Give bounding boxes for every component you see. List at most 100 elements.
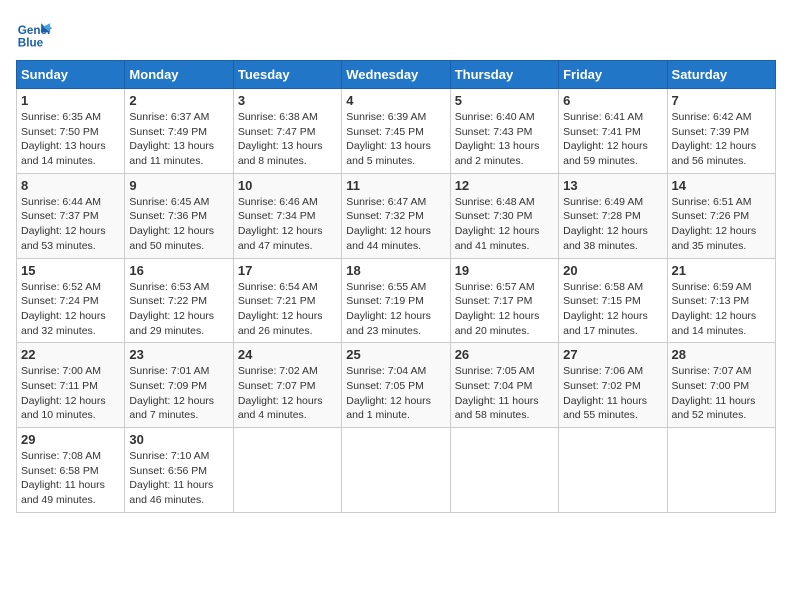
day-info-line: Sunset: 7:07 PM (238, 379, 337, 394)
day-info-line: Sunrise: 6:40 AM (455, 110, 554, 125)
day-info-line: Sunset: 7:43 PM (455, 125, 554, 140)
day-info-line: Daylight: 11 hours and 58 minutes. (455, 394, 554, 423)
day-info-line: Daylight: 12 hours and 17 minutes. (563, 309, 662, 338)
day-info-line: Daylight: 12 hours and 47 minutes. (238, 224, 337, 253)
day-info-line: Daylight: 12 hours and 4 minutes. (238, 394, 337, 423)
day-info-line: Sunset: 6:58 PM (21, 464, 120, 479)
day-cell-16: 16Sunrise: 6:53 AMSunset: 7:22 PMDayligh… (125, 258, 233, 343)
day-info-line: Sunset: 7:34 PM (238, 209, 337, 224)
day-info-line: Daylight: 12 hours and 1 minute. (346, 394, 445, 423)
day-cell-27: 27Sunrise: 7:06 AMSunset: 7:02 PMDayligh… (559, 343, 667, 428)
day-info-line: Sunrise: 6:41 AM (563, 110, 662, 125)
day-info-line: Daylight: 13 hours and 14 minutes. (21, 139, 120, 168)
col-header-monday: Monday (125, 61, 233, 89)
day-number: 15 (21, 263, 120, 278)
day-cell-14: 14Sunrise: 6:51 AMSunset: 7:26 PMDayligh… (667, 173, 775, 258)
day-cell-13: 13Sunrise: 6:49 AMSunset: 7:28 PMDayligh… (559, 173, 667, 258)
day-info-line: Daylight: 11 hours and 46 minutes. (129, 478, 228, 507)
day-info-line: Sunset: 7:02 PM (563, 379, 662, 394)
day-number: 22 (21, 347, 120, 362)
svg-text:Blue: Blue (18, 37, 44, 50)
day-info-line: Daylight: 12 hours and 35 minutes. (672, 224, 771, 253)
day-cell-3: 3Sunrise: 6:38 AMSunset: 7:47 PMDaylight… (233, 89, 341, 174)
empty-cell (559, 428, 667, 513)
day-info-line: Sunset: 7:47 PM (238, 125, 337, 140)
day-info-line: Sunrise: 6:48 AM (455, 195, 554, 210)
day-cell-1: 1Sunrise: 6:35 AMSunset: 7:50 PMDaylight… (17, 89, 125, 174)
day-info-line: Sunset: 7:36 PM (129, 209, 228, 224)
day-number: 11 (346, 178, 445, 193)
day-info-line: Daylight: 13 hours and 11 minutes. (129, 139, 228, 168)
day-cell-29: 29Sunrise: 7:08 AMSunset: 6:58 PMDayligh… (17, 428, 125, 513)
day-info-line: Sunset: 7:26 PM (672, 209, 771, 224)
day-cell-26: 26Sunrise: 7:05 AMSunset: 7:04 PMDayligh… (450, 343, 558, 428)
day-info-line: Sunrise: 6:44 AM (21, 195, 120, 210)
day-info-line: Sunrise: 6:58 AM (563, 280, 662, 295)
day-info-line: Daylight: 13 hours and 8 minutes. (238, 139, 337, 168)
day-number: 17 (238, 263, 337, 278)
day-info-line: Sunset: 7:30 PM (455, 209, 554, 224)
day-info-line: Sunset: 7:15 PM (563, 294, 662, 309)
day-cell-5: 5Sunrise: 6:40 AMSunset: 7:43 PMDaylight… (450, 89, 558, 174)
day-info-line: Sunset: 7:17 PM (455, 294, 554, 309)
day-cell-18: 18Sunrise: 6:55 AMSunset: 7:19 PMDayligh… (342, 258, 450, 343)
day-number: 10 (238, 178, 337, 193)
day-number: 27 (563, 347, 662, 362)
day-info-line: Daylight: 12 hours and 44 minutes. (346, 224, 445, 253)
day-info-line: Daylight: 12 hours and 14 minutes. (672, 309, 771, 338)
day-number: 26 (455, 347, 554, 362)
day-info-line: Sunrise: 6:59 AM (672, 280, 771, 295)
day-cell-12: 12Sunrise: 6:48 AMSunset: 7:30 PMDayligh… (450, 173, 558, 258)
col-header-friday: Friday (559, 61, 667, 89)
day-number: 24 (238, 347, 337, 362)
day-info-line: Daylight: 12 hours and 41 minutes. (455, 224, 554, 253)
day-info-line: Daylight: 12 hours and 7 minutes. (129, 394, 228, 423)
day-info-line: Sunset: 7:19 PM (346, 294, 445, 309)
logo: General Blue (16, 16, 56, 52)
day-number: 19 (455, 263, 554, 278)
col-header-saturday: Saturday (667, 61, 775, 89)
day-info-line: Sunrise: 7:01 AM (129, 364, 228, 379)
day-cell-20: 20 Sunrise: 6:58 AMSunset: 7:15 PMDayligh… (559, 258, 667, 343)
empty-cell (342, 428, 450, 513)
logo-icon: General Blue (16, 16, 52, 52)
day-number: 20 (563, 263, 662, 278)
col-header-tuesday: Tuesday (233, 61, 341, 89)
day-info-line: Daylight: 12 hours and 10 minutes. (21, 394, 120, 423)
day-info-line: Sunrise: 6:51 AM (672, 195, 771, 210)
day-cell-28: 28Sunrise: 7:07 AMSunset: 7:00 PMDayligh… (667, 343, 775, 428)
empty-cell (233, 428, 341, 513)
day-info-line: Daylight: 12 hours and 50 minutes. (129, 224, 228, 253)
day-number: 2 (129, 93, 228, 108)
col-header-wednesday: Wednesday (342, 61, 450, 89)
day-cell-11: 11Sunrise: 6:47 AMSunset: 7:32 PMDayligh… (342, 173, 450, 258)
day-cell-8: 8Sunrise: 6:44 AMSunset: 7:37 PMDaylight… (17, 173, 125, 258)
page-header: General Blue (16, 16, 776, 52)
day-number: 18 (346, 263, 445, 278)
day-info-line: Sunrise: 6:54 AM (238, 280, 337, 295)
empty-cell (450, 428, 558, 513)
day-info-line: Daylight: 13 hours and 5 minutes. (346, 139, 445, 168)
day-info-line: Daylight: 11 hours and 52 minutes. (672, 394, 771, 423)
day-info-line: Sunset: 7:09 PM (129, 379, 228, 394)
day-info-line: Daylight: 12 hours and 38 minutes. (563, 224, 662, 253)
day-info-line: Daylight: 12 hours and 32 minutes. (21, 309, 120, 338)
day-cell-19: 19Sunrise: 6:57 AMSunset: 7:17 PMDayligh… (450, 258, 558, 343)
day-info-line: Daylight: 12 hours and 29 minutes. (129, 309, 228, 338)
day-number: 7 (672, 93, 771, 108)
day-info-line: Sunset: 7:13 PM (672, 294, 771, 309)
day-info-line: Sunrise: 6:45 AM (129, 195, 228, 210)
day-number: 23 (129, 347, 228, 362)
day-info-line: Daylight: 12 hours and 26 minutes. (238, 309, 337, 338)
day-info-line: Daylight: 12 hours and 23 minutes. (346, 309, 445, 338)
day-info-line: Sunset: 7:00 PM (672, 379, 771, 394)
day-info-line: Sunrise: 7:08 AM (21, 449, 120, 464)
day-cell-10: 10Sunrise: 6:46 AMSunset: 7:34 PMDayligh… (233, 173, 341, 258)
day-info-line: Sunrise: 6:37 AM (129, 110, 228, 125)
day-cell-22: 22Sunrise: 7:00 AMSunset: 7:11 PMDayligh… (17, 343, 125, 428)
day-info-line: Sunrise: 7:07 AM (672, 364, 771, 379)
day-cell-9: 9Sunrise: 6:45 AMSunset: 7:36 PMDaylight… (125, 173, 233, 258)
day-info-line: Sunset: 7:28 PM (563, 209, 662, 224)
day-info-line: Daylight: 12 hours and 20 minutes. (455, 309, 554, 338)
day-info-line: Sunrise: 6:49 AM (563, 195, 662, 210)
